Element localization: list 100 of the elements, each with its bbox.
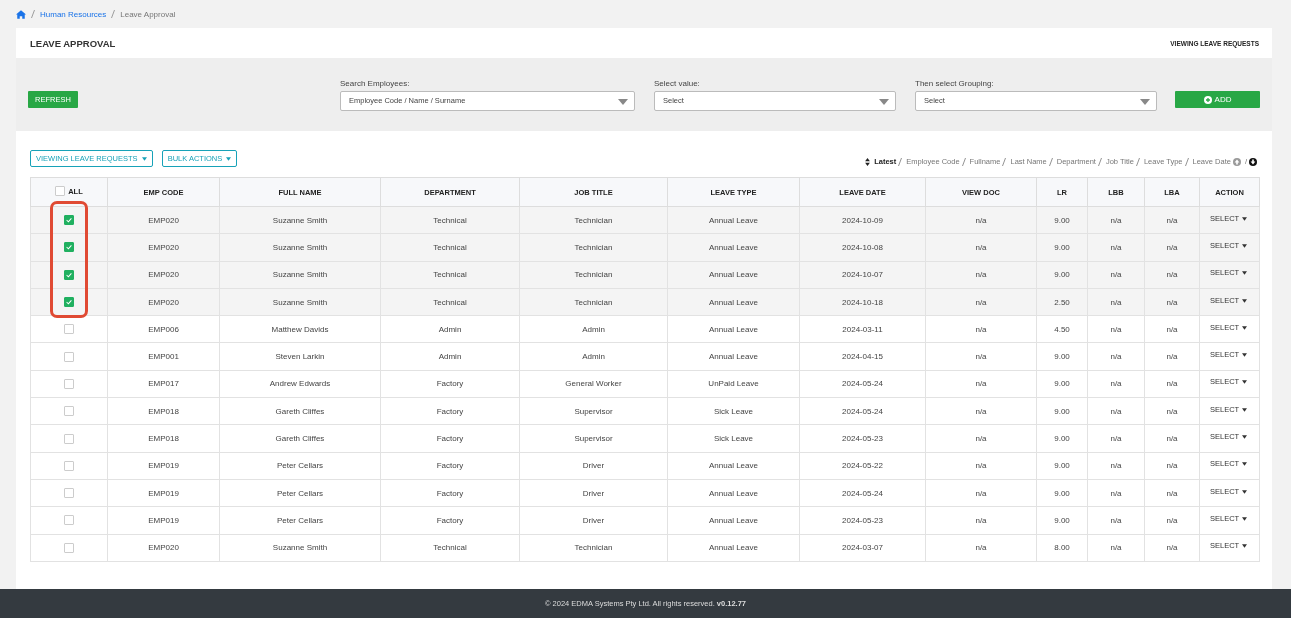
- table-cell: n/a: [1166, 297, 1178, 307]
- caret-icon: [141, 157, 147, 161]
- plus-circle-icon: [1203, 95, 1212, 104]
- table-cell: 2024-05-23: [842, 434, 883, 443]
- table-cell: n/a: [1110, 215, 1122, 225]
- table-cell: 4.50: [1054, 324, 1070, 334]
- table-cell: Annual Leave: [709, 488, 758, 498]
- table-cell: 2024-10-07: [842, 270, 883, 280]
- table-cell: EMP019: [148, 488, 179, 498]
- table-cell: 2024-10-18: [842, 297, 883, 307]
- checkbox[interactable]: [64, 488, 74, 499]
- table-cell: 9.00: [1054, 434, 1070, 443]
- slash-icon: [1135, 157, 1140, 166]
- table-cell: Sick Leave: [713, 434, 754, 443]
- table-cell: n/a: [975, 324, 987, 334]
- table-cell: Factory: [436, 406, 464, 416]
- table-cell: Suzanne Smith: [272, 215, 328, 225]
- table-cell: 9.00: [1054, 379, 1070, 389]
- checkbox[interactable]: [64, 406, 74, 417]
- table-cell: 9.00: [1054, 461, 1070, 471]
- table-cell: Steven Larkin: [275, 352, 325, 362]
- checkbox[interactable]: [64, 351, 74, 362]
- table-cell: Technician: [574, 242, 613, 252]
- table-cell: n/a: [1110, 270, 1122, 280]
- table-cell: General Worker: [565, 379, 622, 389]
- table-cell: n/a: [975, 543, 987, 553]
- checkbox[interactable]: [64, 515, 74, 526]
- table-cell: EMP019: [148, 461, 179, 471]
- checkbox[interactable]: [64, 324, 74, 335]
- caret-icon: [1242, 353, 1248, 358]
- table-cell: Technician: [574, 543, 613, 553]
- table-cell: 8.00: [1054, 543, 1070, 553]
- table-cell: n/a: [1110, 515, 1122, 525]
- table-cell: Factory: [436, 379, 464, 389]
- table-cell: EMP018: [148, 434, 179, 443]
- breadcrumb-item: Leave Approval: [120, 9, 176, 19]
- table-cell: n/a: [1110, 379, 1122, 389]
- table-cell: EMP020: [148, 242, 179, 252]
- table-cell: Sick Leave: [713, 406, 754, 416]
- slash-icon: [31, 10, 35, 18]
- arrow-down-icon[interactable]: [1249, 157, 1257, 166]
- table-cell: EMP020: [148, 270, 179, 280]
- table-cell: 2024-04-15: [842, 352, 883, 362]
- table-cell: 2024-03-11: [842, 324, 883, 334]
- table-cell: EMP020: [148, 215, 179, 225]
- table-cell: n/a: [1166, 488, 1178, 498]
- table-cell: Suzanne Smith: [272, 297, 328, 307]
- table-cell: n/a: [1166, 406, 1178, 416]
- breadcrumb-item[interactable]: Human Resources: [40, 9, 107, 19]
- table-cell: Annual Leave: [709, 461, 758, 471]
- table-cell: n/a: [1166, 434, 1178, 443]
- table-cell: n/a: [975, 215, 987, 225]
- table-cell: Technician: [574, 270, 613, 280]
- checkbox[interactable]: [64, 460, 74, 471]
- table-cell: EMP017: [148, 379, 179, 389]
- table-cell: 9.00: [1054, 242, 1070, 252]
- table-cell: Technical: [433, 215, 467, 225]
- slash-icon: [961, 157, 966, 166]
- table-cell: Admin: [582, 352, 605, 362]
- table-cell: n/a: [975, 352, 987, 362]
- checkbox[interactable]: [64, 542, 74, 553]
- table-cell: 9.00: [1054, 270, 1070, 280]
- checkbox[interactable]: [64, 433, 74, 444]
- table-cell: EMP006: [148, 324, 179, 334]
- table-cell: n/a: [1110, 543, 1122, 553]
- checkbox[interactable]: [64, 242, 74, 253]
- caret-icon: [1242, 271, 1248, 276]
- table-cell: Peter Cellars: [276, 461, 324, 471]
- table-cell: n/a: [1166, 379, 1178, 389]
- table-cell: 2024-05-24: [842, 406, 883, 416]
- table-cell: 9.00: [1054, 515, 1070, 525]
- checkbox[interactable]: [64, 378, 74, 389]
- table-cell: Suzanne Smith: [272, 242, 328, 252]
- checkbox[interactable]: [64, 269, 74, 280]
- caret-icon: [1242, 516, 1248, 521]
- table-cell: Driver: [582, 488, 605, 498]
- table-cell: n/a: [1166, 515, 1178, 525]
- table-cell: n/a: [975, 488, 987, 498]
- slash-icon: [111, 10, 116, 18]
- table-cell: n/a: [1166, 543, 1178, 553]
- table-cell: n/a: [975, 242, 987, 252]
- table-cell: Factory: [436, 461, 464, 471]
- slash-icon: [1002, 157, 1007, 166]
- table-cell: n/a: [1166, 324, 1178, 334]
- field-label: Search Employees:: [340, 78, 411, 88]
- table-cell: Peter Cellars: [276, 515, 324, 525]
- slash-icon: [898, 157, 903, 166]
- caret-icon: [1140, 99, 1150, 105]
- arrow-up-icon[interactable]: [1232, 157, 1241, 166]
- table-cell: n/a: [1166, 242, 1178, 252]
- caret-icon: [1242, 435, 1248, 440]
- checkbox[interactable]: [64, 297, 74, 308]
- home-icon[interactable]: [16, 9, 26, 19]
- checkbox[interactable]: [55, 186, 66, 196]
- table-cell: Suzanne Smith: [272, 270, 328, 280]
- checkbox[interactable]: [64, 215, 74, 226]
- table-cell: n/a: [975, 515, 987, 525]
- table-cell: n/a: [1166, 461, 1178, 471]
- caret-icon: [1242, 489, 1248, 494]
- table-cell: n/a: [1110, 434, 1122, 443]
